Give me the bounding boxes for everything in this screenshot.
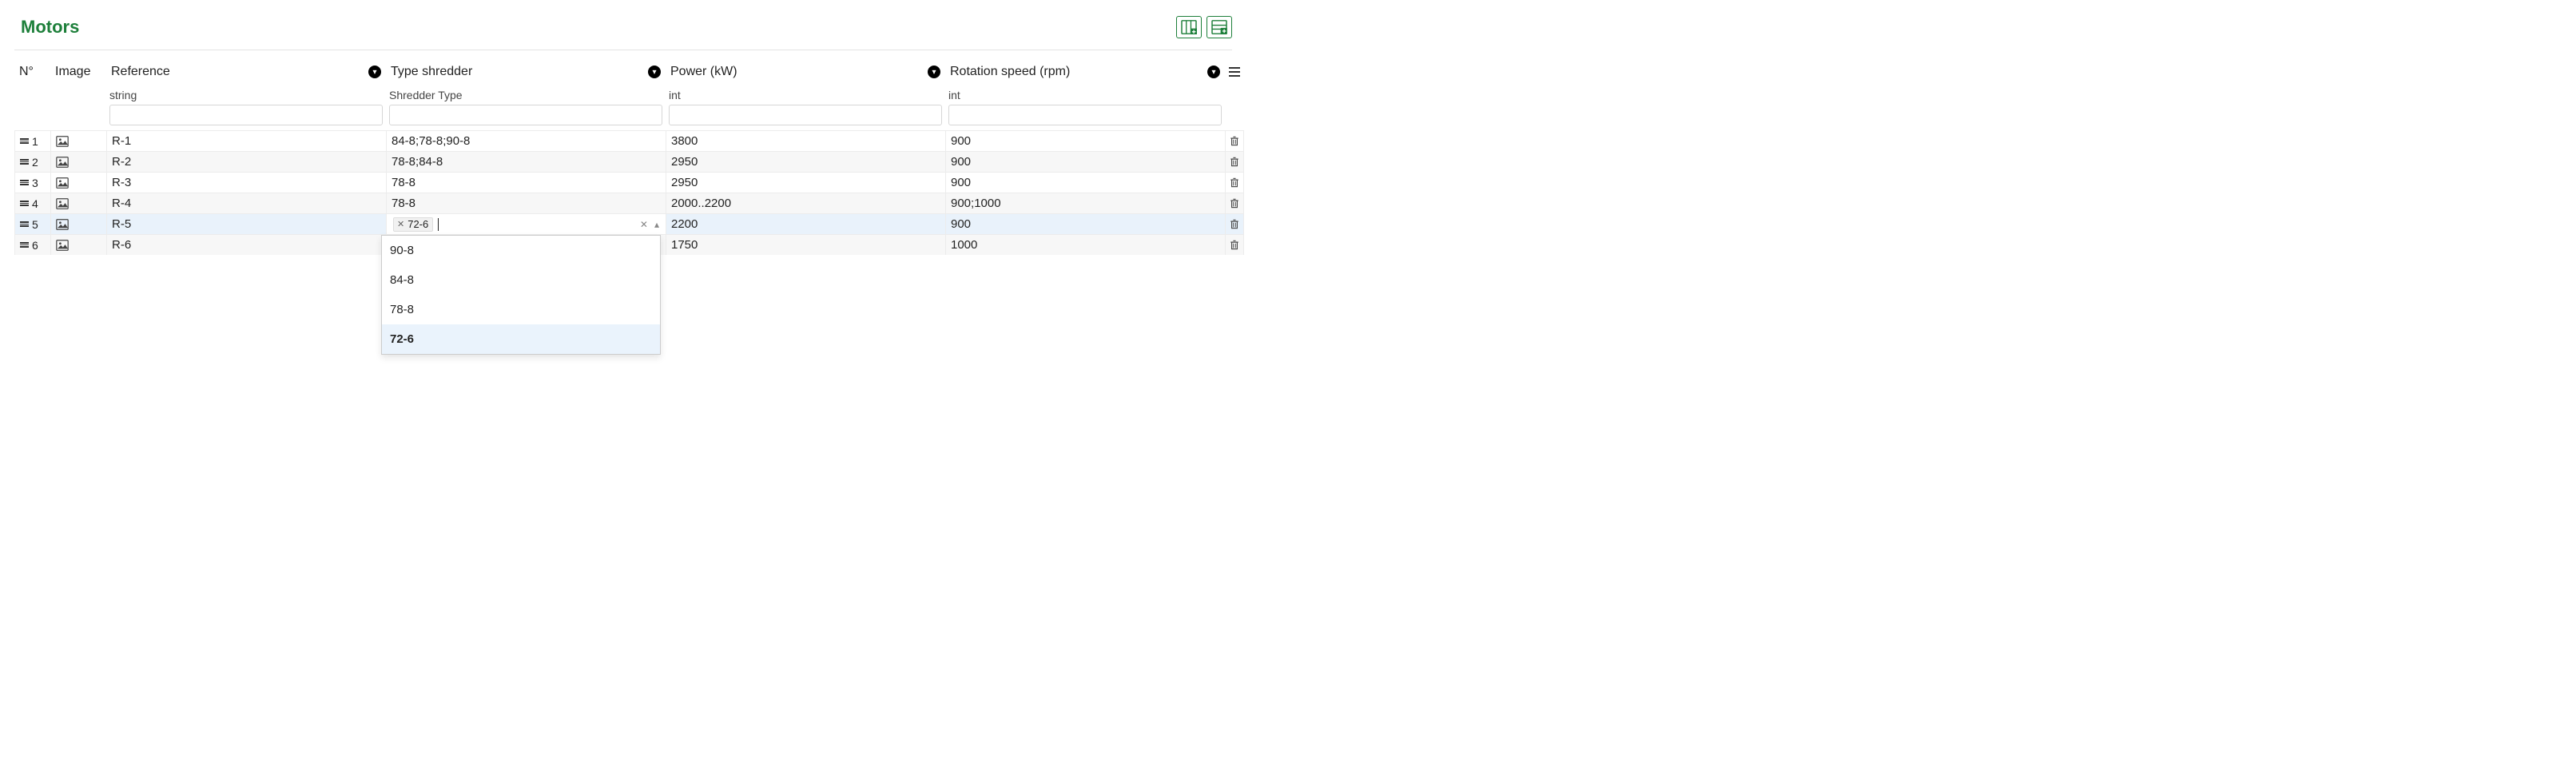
row-handle[interactable]: 3 <box>14 172 50 193</box>
row-handle[interactable]: 6 <box>14 234 50 255</box>
column-type-power: int <box>669 89 942 101</box>
column-header-image[interactable]: Image <box>50 57 106 87</box>
drag-handle-icon[interactable] <box>20 201 29 206</box>
cell-type-shredder[interactable]: 78-8 <box>386 172 666 193</box>
row-number: 1 <box>32 135 38 148</box>
row-number: 2 <box>32 156 38 169</box>
column-menu-icon[interactable] <box>1225 57 1244 87</box>
image-icon <box>56 136 69 147</box>
cell-rotation[interactable]: 900;1000 <box>945 193 1225 213</box>
column-type-shredder: Shredder Type <box>389 89 662 101</box>
image-icon <box>56 177 69 189</box>
collapse-icon[interactable]: ▴ <box>654 219 659 230</box>
tag-remove-icon[interactable]: ✕ <box>397 219 404 229</box>
tag-chip-label: 72-6 <box>407 218 428 230</box>
cell-power[interactable]: 3800 <box>666 130 945 151</box>
cell-rotation[interactable]: 900 <box>945 172 1225 193</box>
cell-type-shredder[interactable]: 78-8 <box>386 193 666 213</box>
row-handle[interactable]: 5 <box>14 213 50 234</box>
image-icon <box>56 240 69 251</box>
filter-rotation-input[interactable] <box>948 105 1222 125</box>
cell-reference[interactable]: R-2 <box>106 151 386 172</box>
cell-rotation[interactable]: 900 <box>945 213 1225 234</box>
cell-image[interactable] <box>50 213 106 234</box>
chevron-down-icon[interactable]: ▾ <box>928 66 940 78</box>
column-type-rotation: int <box>948 89 1222 101</box>
column-header-rotation[interactable]: Rotation speed (rpm) ▾ <box>945 57 1225 87</box>
column-type-reference: string <box>109 89 383 101</box>
cell-rotation[interactable]: 900 <box>945 151 1225 172</box>
cell-power[interactable]: 1750 <box>666 234 945 255</box>
delete-row-button[interactable] <box>1225 130 1244 151</box>
dropdown-option[interactable]: 78-8 <box>382 295 660 324</box>
image-icon <box>56 219 69 230</box>
column-header-reference[interactable]: Reference ▾ <box>106 57 386 87</box>
column-header-power[interactable]: Power (kW) ▾ <box>666 57 945 87</box>
row-number: 6 <box>32 239 38 252</box>
chevron-down-icon[interactable]: ▾ <box>368 66 381 78</box>
drag-handle-icon[interactable] <box>20 159 29 165</box>
tag-chip[interactable]: ✕ 72-6 <box>393 217 433 232</box>
dropdown-option[interactable]: 90-8 <box>382 236 660 265</box>
cell-rotation[interactable]: 1000 <box>945 234 1225 255</box>
row-handle[interactable]: 4 <box>14 193 50 213</box>
add-row-button[interactable] <box>1207 16 1232 38</box>
page-title: Motors <box>21 17 79 38</box>
cell-power[interactable]: 2950 <box>666 172 945 193</box>
cell-reference[interactable]: R-3 <box>106 172 386 193</box>
cell-power[interactable]: 2950 <box>666 151 945 172</box>
clear-all-icon[interactable]: ✕ <box>640 219 648 230</box>
row-handle[interactable]: 1 <box>14 130 50 151</box>
add-column-button[interactable] <box>1176 16 1202 38</box>
row-number: 3 <box>32 177 38 189</box>
cell-power[interactable]: 2000..2200 <box>666 193 945 213</box>
cell-image[interactable] <box>50 193 106 213</box>
filter-reference-input[interactable] <box>109 105 383 125</box>
drag-handle-icon[interactable] <box>20 221 29 227</box>
row-handle[interactable]: 2 <box>14 151 50 172</box>
cell-reference[interactable]: R-1 <box>106 130 386 151</box>
dropdown-option-selected[interactable]: 72-6 <box>382 324 660 354</box>
cell-image[interactable] <box>50 130 106 151</box>
column-header-num[interactable]: N° <box>14 57 50 87</box>
chevron-down-icon[interactable]: ▾ <box>648 66 661 78</box>
row-number: 5 <box>32 218 38 231</box>
filter-power-input[interactable] <box>669 105 942 125</box>
drag-handle-icon[interactable] <box>20 138 29 144</box>
type-shredder-dropdown[interactable]: 90-8 84-8 78-8 72-6 <box>381 235 661 355</box>
filter-type-shredder-input[interactable] <box>389 105 662 125</box>
row-number: 4 <box>32 197 38 210</box>
image-icon <box>56 157 69 168</box>
cell-rotation[interactable]: 900 <box>945 130 1225 151</box>
drag-handle-icon[interactable] <box>20 180 29 185</box>
text-cursor <box>438 218 439 231</box>
dropdown-option[interactable]: 84-8 <box>382 265 660 295</box>
cell-type-shredder[interactable]: 78-8;84-8 <box>386 151 666 172</box>
cell-reference[interactable]: R-6 <box>106 234 386 255</box>
delete-row-button[interactable] <box>1225 151 1244 172</box>
cell-type-shredder[interactable]: 84-8;78-8;90-8 <box>386 130 666 151</box>
drag-handle-icon[interactable] <box>20 242 29 248</box>
chevron-down-icon[interactable]: ▾ <box>1207 66 1220 78</box>
image-icon <box>56 198 69 209</box>
column-header-type-shredder[interactable]: Type shredder ▾ <box>386 57 666 87</box>
cell-image[interactable] <box>50 151 106 172</box>
cell-reference[interactable]: R-4 <box>106 193 386 213</box>
delete-row-button[interactable] <box>1225 193 1244 213</box>
cell-image[interactable] <box>50 172 106 193</box>
delete-row-button[interactable] <box>1225 234 1244 255</box>
cell-power[interactable]: 2200 <box>666 213 945 234</box>
cell-reference[interactable]: R-5 <box>106 213 386 234</box>
cell-type-shredder-editor[interactable]: ✕ 72-6 ✕ ▴ 90-8 84-8 78-8 72-6 <box>386 213 666 234</box>
delete-row-button[interactable] <box>1225 172 1244 193</box>
cell-image[interactable] <box>50 234 106 255</box>
delete-row-button[interactable] <box>1225 213 1244 234</box>
